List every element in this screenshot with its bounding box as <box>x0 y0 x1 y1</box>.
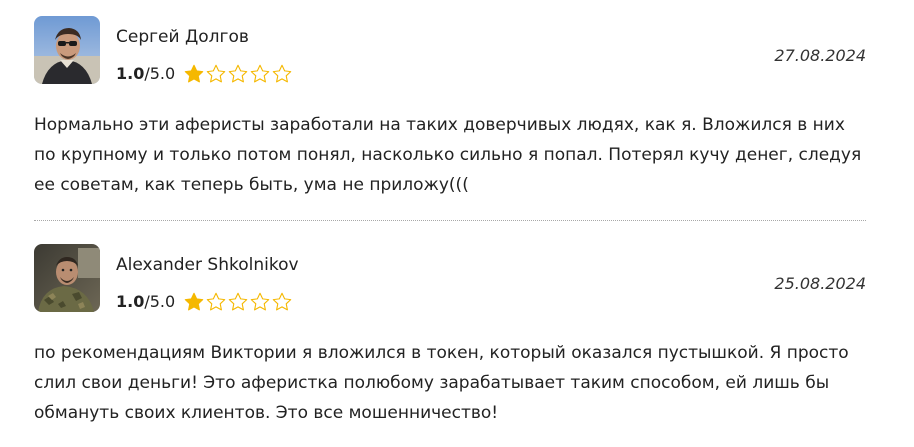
star-outline-icon <box>228 64 248 83</box>
star-outline-icon <box>206 292 226 311</box>
star-outline-icon <box>250 64 270 83</box>
review-date: 25.08.2024 <box>774 274 866 293</box>
avatar-photo <box>34 16 100 84</box>
rating-max: /5.0 <box>144 64 176 83</box>
avatar-photo <box>34 244 100 312</box>
author-name: Alexander Shkolnikov <box>116 255 299 275</box>
rating-score: 1.0/5.0 <box>116 292 175 312</box>
star-rating <box>183 63 293 85</box>
star-rating <box>183 291 293 313</box>
star-outline-icon <box>272 64 292 83</box>
star-outline-icon <box>250 292 270 311</box>
review-date: 27.08.2024 <box>774 46 866 65</box>
avatar <box>34 244 100 312</box>
avatar <box>34 16 100 84</box>
author-name: Сергей Долгов <box>116 27 249 47</box>
review-divider <box>34 220 866 221</box>
rating-score: 1.0/5.0 <box>116 64 175 84</box>
review-text: по рекомендациям Виктории я вложился в т… <box>34 343 849 423</box>
star-icon <box>184 292 204 311</box>
rating-value: 1.0 <box>116 64 145 83</box>
rating: 1.0/5.0 <box>116 290 293 314</box>
star-outline-icon <box>272 292 292 311</box>
review-text: Нормально эти аферисты заработали на так… <box>34 115 862 195</box>
rating-max: /5.0 <box>144 292 176 311</box>
star-outline-icon <box>228 292 248 311</box>
rating-value: 1.0 <box>116 292 145 311</box>
star-outline-icon <box>206 64 226 83</box>
star-icon <box>184 64 204 83</box>
rating: 1.0/5.0 <box>116 62 293 86</box>
